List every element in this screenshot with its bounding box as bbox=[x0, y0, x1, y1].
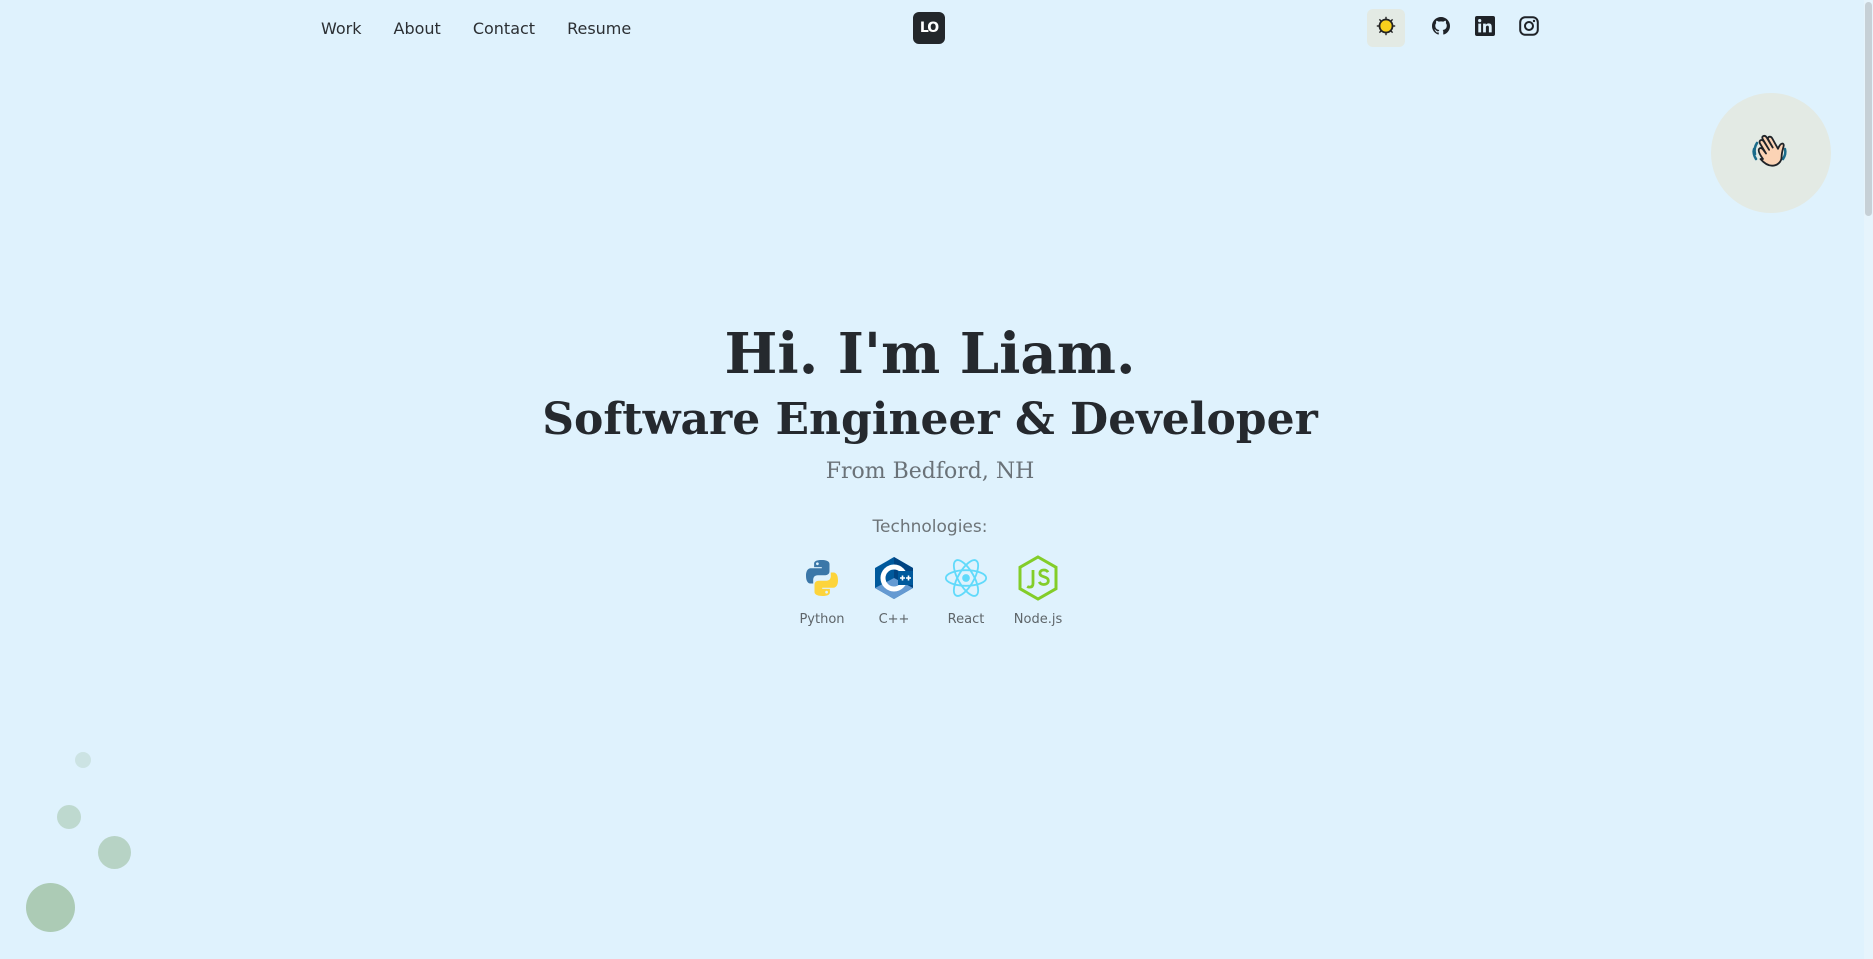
python-icon bbox=[800, 556, 844, 600]
hero-section: Hi. I'm Liam. Software Engineer & Develo… bbox=[0, 318, 1860, 627]
nav-link-contact[interactable]: Contact bbox=[473, 18, 535, 40]
header-actions bbox=[1367, 9, 1551, 47]
nav-link-resume[interactable]: Resume bbox=[567, 18, 631, 40]
tech-item-nodejs: Node.js bbox=[1013, 555, 1063, 627]
instagram-icon bbox=[1519, 16, 1539, 40]
nodejs-icon bbox=[1016, 555, 1060, 601]
tech-name: C++ bbox=[878, 612, 910, 627]
github-link[interactable] bbox=[1430, 17, 1452, 39]
site-logo[interactable]: LO bbox=[913, 12, 945, 44]
technologies-list: Python C++ React Node.js bbox=[0, 555, 1860, 627]
hero-title: Hi. I'm Liam. bbox=[724, 321, 1136, 387]
tech-name: React bbox=[947, 612, 985, 627]
decorative-bubble bbox=[57, 805, 81, 829]
decorative-bubble bbox=[26, 883, 75, 932]
tech-item-python: Python bbox=[799, 556, 845, 627]
decorative-bubble bbox=[98, 836, 131, 869]
github-icon bbox=[1432, 17, 1450, 39]
page: Work About Contact Resume LO Hi. I'm Lia… bbox=[0, 0, 1873, 959]
hero-location: From Bedford, NH bbox=[825, 459, 1035, 484]
waving-hand-icon bbox=[1749, 129, 1793, 177]
instagram-link[interactable] bbox=[1518, 16, 1540, 40]
linkedin-link[interactable] bbox=[1474, 16, 1496, 40]
technologies-label: Technologies: bbox=[872, 517, 988, 537]
theme-toggle-button[interactable] bbox=[1367, 9, 1405, 47]
tech-item-cplusplus: C++ bbox=[872, 556, 916, 627]
tech-name: Python bbox=[799, 612, 845, 627]
wave-bubble[interactable] bbox=[1711, 93, 1831, 213]
tech-item-react: React bbox=[944, 556, 988, 627]
react-icon bbox=[944, 556, 988, 600]
linkedin-icon bbox=[1475, 16, 1495, 40]
hero-subtitle: Software Engineer & Developer bbox=[542, 394, 1318, 445]
nav-link-about[interactable]: About bbox=[394, 18, 441, 40]
cplusplus-icon bbox=[872, 556, 916, 600]
tech-name: Node.js bbox=[1013, 612, 1063, 627]
nav-link-work[interactable]: Work bbox=[321, 18, 362, 40]
sun-icon bbox=[1376, 16, 1396, 40]
top-nav: Work About Contact Resume bbox=[321, 18, 663, 40]
decorative-bubble bbox=[75, 752, 91, 768]
scrollbar-track[interactable] bbox=[1864, 0, 1873, 959]
scrollbar-thumb[interactable] bbox=[1865, 2, 1872, 216]
